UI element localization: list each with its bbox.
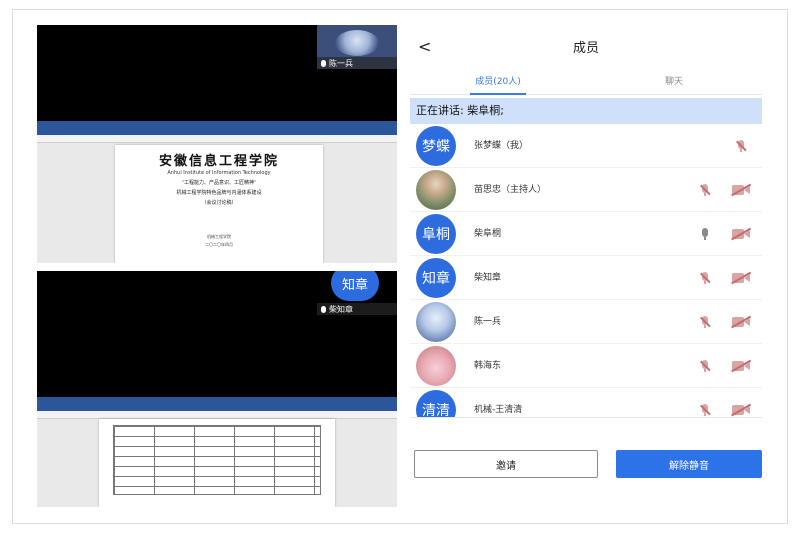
participant-thumbnail[interactable]: 知章 柴知章 — [317, 271, 397, 315]
microphone-muted-icon[interactable] — [700, 404, 710, 416]
microphone-muted-icon[interactable] — [700, 316, 710, 328]
member-name: 韩海东 — [474, 361, 502, 371]
word-ribbon — [37, 397, 397, 411]
document-window: 安徽信息工程学院 Anhui Institute of Information … — [37, 121, 397, 263]
unmute-button[interactable]: 解除静音 — [616, 450, 762, 478]
avatar: 知章 — [416, 258, 456, 298]
doc-date: 二〇二〇年四月 — [205, 242, 233, 247]
member-name: 陈一兵 — [474, 317, 502, 327]
panel-title: 成员 — [572, 41, 599, 56]
microphone-icon — [321, 305, 326, 313]
document-window — [37, 397, 397, 507]
avatar — [416, 170, 456, 210]
list-item[interactable]: 苗思忠（主持人） — [410, 168, 762, 212]
participant-avatar: 知章 — [331, 271, 379, 301]
active-tab-indicator — [470, 93, 526, 95]
doc-school-title: 安徽信息工程学院 — [158, 154, 279, 169]
doc-department: 机械工程学院 — [207, 234, 231, 239]
tab-chat[interactable]: 聊天 — [586, 73, 762, 94]
microphone-muted-icon[interactable] — [700, 360, 710, 372]
panel-header: < 成员 — [410, 25, 762, 73]
thumbnail-name-bar: 柴知章 — [317, 303, 397, 315]
word-toolbar — [37, 135, 397, 143]
doc-heading-line1: “工程能力、产品意识、工匠精神” — [181, 180, 257, 186]
camera-off-icon[interactable] — [732, 361, 750, 371]
thumbnail-name-bar: 陈一兵 — [317, 57, 397, 69]
member-name: 柴知章 — [474, 273, 502, 283]
camera-off-icon[interactable] — [732, 405, 750, 415]
doc-heading-line2: 机械工程学院特色品牌与内涵体系建设 — [176, 190, 262, 196]
camera-off-icon[interactable] — [732, 273, 750, 283]
camera-off-icon[interactable] — [732, 229, 750, 239]
avatar: 阜桐 — [416, 214, 456, 254]
tab-members[interactable]: 成员(20人) — [410, 73, 586, 94]
document-page: 安徽信息工程学院 Anhui Institute of Information … — [115, 145, 323, 263]
members-panel: < 成员 成员(20人) 聊天 正在讲话: 柴阜桐; 梦蝶 张梦蝶（我） 苗思忠（主… — [410, 25, 762, 507]
word-toolbar — [37, 411, 397, 419]
camera-off-icon[interactable] — [732, 185, 750, 195]
list-item[interactable]: 梦蝶 张梦蝶（我） — [410, 124, 762, 168]
microphone-muted-icon[interactable] — [736, 140, 746, 152]
list-item[interactable]: 韩海东 — [410, 344, 762, 388]
invite-button[interactable]: 邀请 — [414, 450, 598, 478]
avatar — [416, 346, 456, 386]
member-name: 张梦蝶（我） — [474, 141, 529, 151]
panel-footer: 邀请 解除静音 — [410, 417, 762, 507]
list-item[interactable]: 阜桐 柴阜桐 — [410, 212, 762, 256]
camera-off-icon[interactable] — [732, 317, 750, 327]
back-arrow-icon[interactable]: < — [418, 37, 431, 56]
avatar — [416, 302, 456, 342]
word-ribbon — [37, 121, 397, 135]
microphone-muted-icon[interactable] — [700, 184, 710, 196]
video-pane-second-screen[interactable]: 知章 柴知章 — [37, 271, 397, 507]
list-item[interactable]: 陈一兵 — [410, 300, 762, 344]
thumbnail-name: 陈一兵 — [329, 58, 353, 68]
microphone-icon — [321, 59, 326, 67]
participant-photo — [335, 30, 379, 56]
microphone-muted-icon[interactable] — [700, 272, 710, 284]
doc-heading-line3: （会议讨论稿） — [201, 200, 237, 206]
video-pane-shared-screen[interactable]: 安徽信息工程学院 Anhui Institute of Information … — [37, 25, 397, 263]
member-name: 苗思忠（主持人） — [474, 185, 547, 195]
panel-tabs: 成员(20人) 聊天 — [410, 73, 762, 95]
member-list[interactable]: 梦蝶 张梦蝶（我） 苗思忠（主持人） 阜桐 柴阜桐 知章 柴知章 陈一兵 韩海东 清清 机械-王清清 — [410, 124, 762, 442]
doc-table — [113, 425, 321, 495]
doc-text-block — [99, 501, 335, 507]
speaking-banner: 正在讲话: 柴阜桐; — [410, 98, 762, 124]
doc-school-english: Anhui Institute of Information Technolog… — [167, 170, 271, 176]
list-item[interactable]: 知章 柴知章 — [410, 256, 762, 300]
member-name: 柴阜桐 — [474, 229, 502, 239]
participant-thumbnail[interactable]: 陈一兵 — [317, 25, 397, 69]
thumbnail-name: 柴知章 — [329, 304, 353, 314]
microphone-icon[interactable] — [700, 228, 710, 240]
document-page — [99, 419, 335, 507]
avatar: 梦蝶 — [416, 126, 456, 166]
